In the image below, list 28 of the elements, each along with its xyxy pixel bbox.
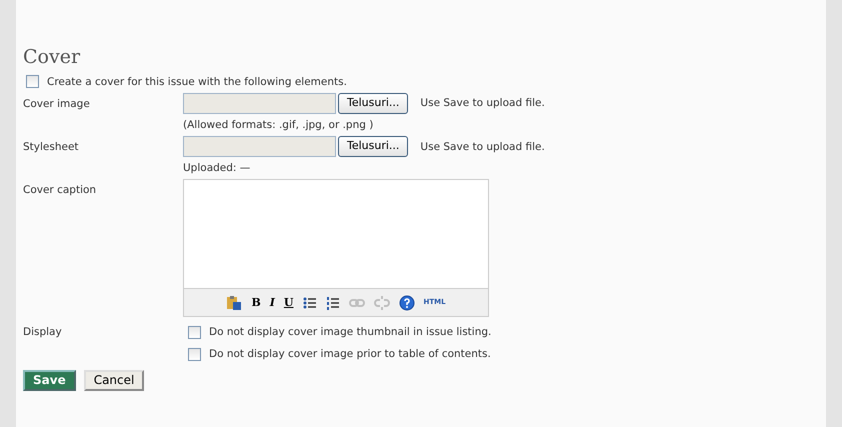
help-icon[interactable] [398,294,414,311]
save-button[interactable]: Save [23,370,76,391]
checkbox-label: Do not display cover image prior to table of contents. [209,347,491,362]
checkbox-label: Do not display cover image thumbnail in issue listing. [209,325,492,340]
field-note: (Allowed formats: .gif, .jpg, or .png ) [183,118,374,132]
browse-button[interactable]: Telusuri... [338,136,408,158]
bulleted-list-icon[interactable] [302,296,316,310]
cancel-button[interactable]: Cancel [84,370,144,391]
toolbar-button[interactable]: U [284,297,294,308]
checkbox[interactable] [188,348,201,362]
browse-button[interactable]: Telusuri... [338,92,408,114]
field-label: Cover caption [23,183,98,198]
numbered-list-icon[interactable] [326,296,340,310]
toolbar-button[interactable]: I [270,297,275,308]
field-label: Cover image [23,96,91,112]
field-label: Display [23,325,63,340]
toolbar-button[interactable]: B [251,297,261,308]
checkbox[interactable] [26,75,39,88]
upload-hint: Use Save to upload file. [419,140,545,154]
file-input-field[interactable] [183,92,336,114]
paste-from-word-icon[interactable] [226,294,242,311]
file-input-field[interactable] [183,136,336,158]
upload-hint: Use Save to upload file. [419,96,545,111]
field-label: Stylesheet [23,140,80,156]
checkbox-label: Create a cover for this issue with the following elements. [47,74,347,89]
section-heading: Cover [23,46,82,69]
field-note: Uploaded: — [183,161,252,176]
checkbox[interactable] [188,326,201,339]
